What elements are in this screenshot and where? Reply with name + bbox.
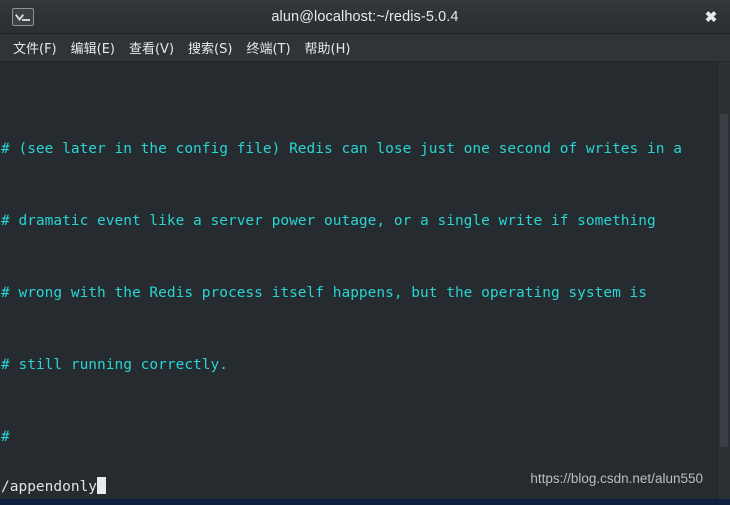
menu-edit[interactable]: 编辑(E) bbox=[64, 35, 122, 60]
menu-terminal[interactable]: 终端(T) bbox=[239, 35, 297, 60]
terminal-window: alun@localhost:~/redis-5.0.4 ✖ 文件(F) 编辑(… bbox=[0, 0, 730, 505]
menu-search[interactable]: 搜索(S) bbox=[181, 35, 239, 60]
terminal-line: # (see later in the config file) Redis c… bbox=[1, 141, 682, 157]
terminal-line: # wrong with the Redis process itself ha… bbox=[1, 285, 648, 301]
title-bar: alun@localhost:~/redis-5.0.4 ✖ bbox=[0, 0, 730, 34]
bottom-strip bbox=[0, 499, 730, 505]
terminal-line: # bbox=[1, 429, 10, 445]
window-title: alun@localhost:~/redis-5.0.4 bbox=[271, 8, 459, 25]
search-prompt-text: /appendonly bbox=[1, 479, 98, 495]
terminal-line: # still running correctly. bbox=[1, 357, 228, 373]
terminal-line: # AOF and RDB persistence can be enabled… bbox=[1, 497, 717, 499]
terminal-line: # dramatic event like a server power out… bbox=[1, 213, 656, 229]
menu-bar: 文件(F) 编辑(E) 查看(V) 搜索(S) 终端(T) 帮助(H) bbox=[0, 34, 730, 62]
watermark-text: https://blog.csdn.net/alun550 bbox=[530, 471, 703, 486]
vertical-scrollbar[interactable] bbox=[717, 62, 730, 499]
menu-help[interactable]: 帮助(H) bbox=[298, 35, 358, 60]
search-prompt[interactable]: /appendonly bbox=[1, 476, 107, 498]
scrollbar-thumb[interactable] bbox=[720, 114, 728, 447]
close-icon[interactable]: ✖ bbox=[698, 4, 724, 30]
terminal-output[interactable]: # (see later in the config file) Redis c… bbox=[0, 62, 717, 499]
menu-view[interactable]: 查看(V) bbox=[122, 35, 181, 60]
terminal-body[interactable]: # (see later in the config file) Redis c… bbox=[0, 62, 730, 499]
menu-file[interactable]: 文件(F) bbox=[6, 35, 64, 60]
block-cursor bbox=[97, 477, 107, 494]
terminal-icon bbox=[12, 7, 34, 26]
